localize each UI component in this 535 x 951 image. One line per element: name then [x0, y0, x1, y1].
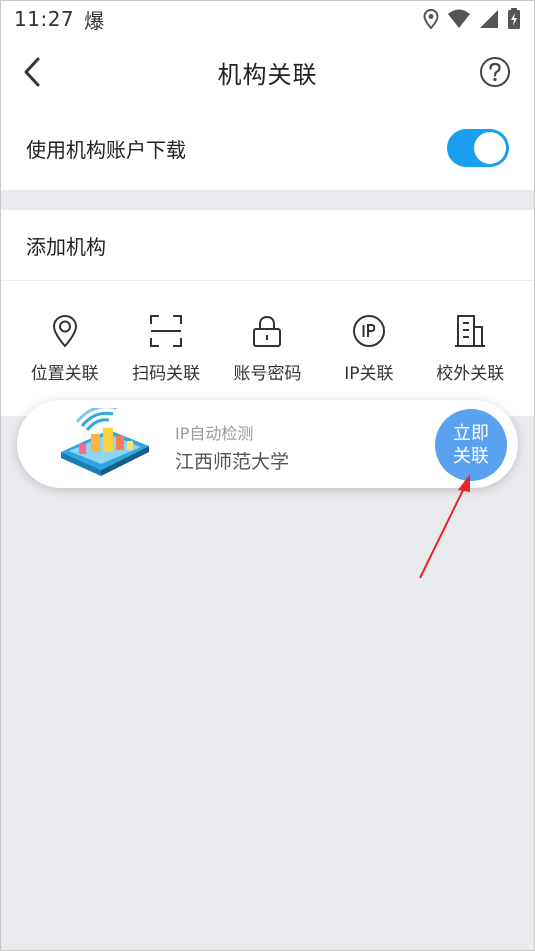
ip-illustration-icon [61, 408, 149, 476]
ip-circle-icon [352, 315, 385, 347]
method-label: 账号密码 [233, 364, 302, 384]
annotation-arrow-icon [419, 474, 470, 579]
method-offcampus[interactable]: 校外关联 [424, 313, 516, 384]
method-label: 扫码关联 [132, 364, 201, 384]
method-scan[interactable]: 扫码关联 [120, 313, 212, 384]
location-icon [423, 9, 439, 29]
connect-now-line1: 立即 [453, 423, 489, 444]
org-account-download-row: 使用机构账户下载 [0, 106, 535, 190]
signal-icon [480, 10, 498, 28]
scan-frame-icon [150, 315, 183, 347]
status-icons [423, 8, 521, 30]
lock-icon [253, 315, 282, 347]
back-arrow-icon[interactable] [20, 56, 44, 88]
org-account-download-toggle[interactable] [447, 129, 509, 167]
location-pin-icon [52, 314, 77, 348]
method-password[interactable]: 账号密码 [221, 313, 313, 384]
wifi-icon [448, 9, 470, 28]
method-label: 校外关联 [436, 364, 505, 384]
popup-text: IP自动检测 江西师范大学 [175, 420, 289, 474]
method-location[interactable]: 位置关联 [19, 313, 111, 384]
connect-now-line2: 关联 [453, 446, 489, 467]
page-title: 机构关联 [217, 60, 318, 89]
status-bar: 11:27 爆 [0, 0, 535, 38]
ip-detect-label: IP自动检测 [175, 424, 254, 443]
org-account-download-label: 使用机构账户下载 [26, 137, 186, 162]
add-institution-title: 添加机构 [0, 210, 535, 281]
building-icon [455, 315, 486, 347]
method-label: IP关联 [344, 364, 394, 384]
help-icon[interactable] [479, 56, 511, 88]
institution-name: 江西师范大学 [175, 451, 290, 473]
method-ip[interactable]: IP关联 [323, 313, 415, 384]
add-institution-section: 添加机构 位置关联 扫码关联 账号密码 IP关联 校外关联 [0, 210, 535, 416]
association-methods: 位置关联 扫码关联 账号密码 IP关联 校外关联 [0, 313, 535, 384]
app-header: 机构关联 [0, 38, 535, 106]
status-time: 11:27 [14, 7, 75, 31]
toggle-knob [474, 132, 506, 164]
method-label: 位置关联 [30, 364, 99, 384]
battery-icon [508, 8, 520, 29]
status-app-glyph: 爆 [84, 8, 105, 33]
